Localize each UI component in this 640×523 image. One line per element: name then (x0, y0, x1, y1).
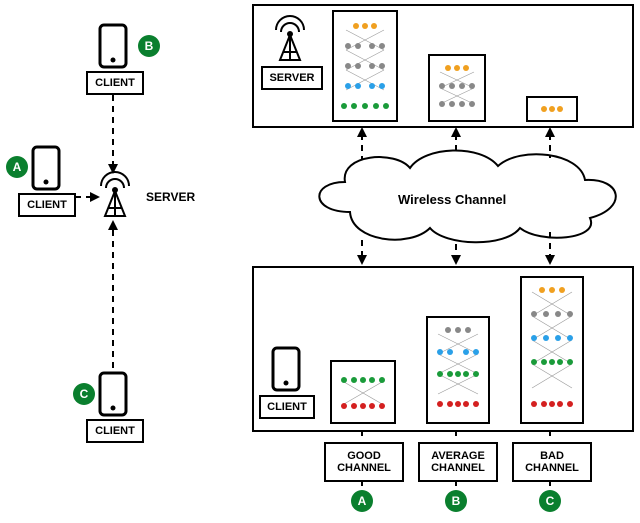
channel-connectors (0, 0, 640, 523)
